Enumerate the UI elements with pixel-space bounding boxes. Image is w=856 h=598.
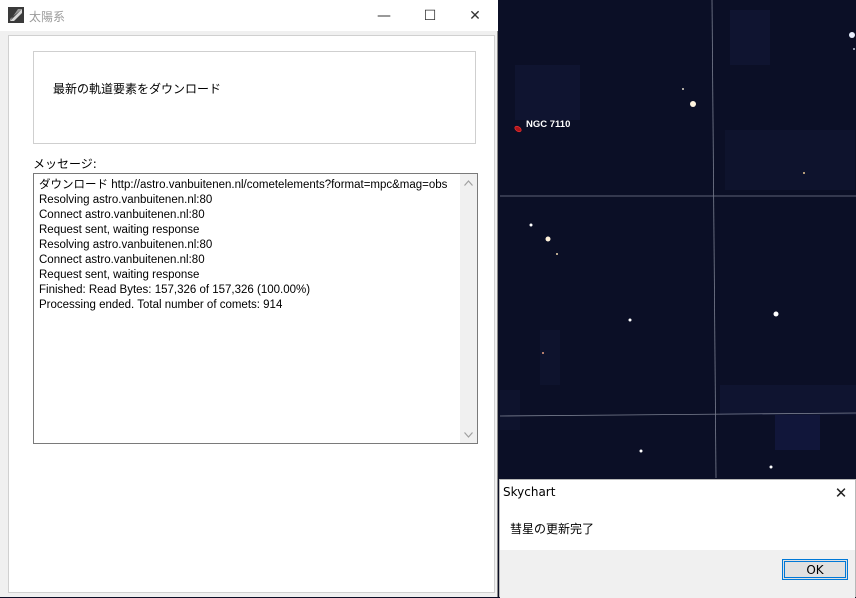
chevron-up-icon — [464, 179, 473, 186]
close-icon: ✕ — [469, 7, 481, 24]
star — [690, 101, 696, 107]
log-line: ダウンロード http://astro.vanbuitenen.nl/comet… — [39, 179, 448, 191]
log-line: Request sent, waiting response — [39, 269, 200, 281]
window-titlebar[interactable]: 太陽系 — ☐ ✕ — [0, 0, 498, 31]
ngc-7110-label: NGC 7110 — [526, 119, 570, 130]
dialog-close-button[interactable]: ✕ — [831, 483, 851, 503]
messages-label: メッセージ: — [33, 157, 97, 171]
minimize-button[interactable]: — — [361, 0, 407, 31]
chevron-down-icon — [464, 431, 473, 438]
ok-button-label: OK — [806, 562, 824, 577]
star — [849, 32, 855, 38]
maximize-button[interactable]: ☐ — [407, 0, 453, 31]
dialog-title: Skychart — [503, 485, 556, 499]
skychart-app-icon — [8, 7, 24, 23]
log-scrollbar[interactable] — [460, 174, 477, 443]
log-line: Resolving astro.vanbuitenen.nl:80 — [39, 239, 213, 251]
maximize-icon: ☐ — [423, 7, 437, 24]
skychart-dialog: Skychart ✕ 彗星の更新完了 OK — [499, 479, 856, 598]
download-panel: 最新の軌道要素をダウンロード — [33, 51, 476, 144]
sky-region — [730, 10, 770, 65]
sky-region — [540, 330, 560, 385]
close-button[interactable]: ✕ — [452, 0, 498, 31]
star — [545, 236, 551, 242]
log-line: Finished: Read Bytes: 157,326 of 157,326… — [39, 284, 311, 296]
scroll-up-arrow[interactable] — [460, 174, 477, 191]
window-title: 太陽系 — [29, 10, 66, 24]
star — [628, 318, 632, 322]
minimize-icon: — — [377, 7, 391, 24]
sky-region — [500, 390, 520, 430]
star — [556, 253, 558, 255]
close-icon: ✕ — [834, 484, 848, 502]
star — [853, 48, 855, 50]
star — [769, 465, 773, 469]
solar-system-window: 太陽系 — ☐ ✕ 最新の軌道要素をダウンロード メッセージ: ダウンロード h… — [0, 0, 498, 597]
sky-region — [720, 385, 856, 415]
star — [803, 172, 805, 174]
star — [773, 311, 779, 317]
log-line: Processing ended. Total number of comets… — [39, 299, 283, 311]
sky-region — [775, 415, 820, 450]
dialog-message: 彗星の更新完了 — [510, 522, 595, 536]
star — [542, 352, 544, 354]
log-lines: ダウンロード http://astro.vanbuitenen.nl/comet… — [39, 178, 459, 313]
download-latest-elements-text: 最新の軌道要素をダウンロード — [53, 82, 222, 96]
star — [682, 88, 684, 90]
star — [639, 449, 643, 453]
star — [529, 223, 533, 227]
log-line: Connect astro.vanbuitenen.nl:80 — [39, 209, 205, 221]
sky-region — [515, 65, 580, 120]
log-line: Resolving astro.vanbuitenen.nl:80 — [39, 194, 213, 206]
log-line: Connect astro.vanbuitenen.nl:80 — [39, 254, 205, 266]
sky-region — [725, 130, 855, 190]
log-line: Request sent, waiting response — [39, 224, 200, 236]
scroll-down-arrow[interactable] — [460, 426, 477, 443]
ok-button[interactable]: OK — [782, 559, 848, 580]
message-log[interactable]: ダウンロード http://astro.vanbuitenen.nl/comet… — [33, 173, 478, 444]
dialog-titlebar[interactable]: Skychart ✕ — [500, 480, 855, 506]
